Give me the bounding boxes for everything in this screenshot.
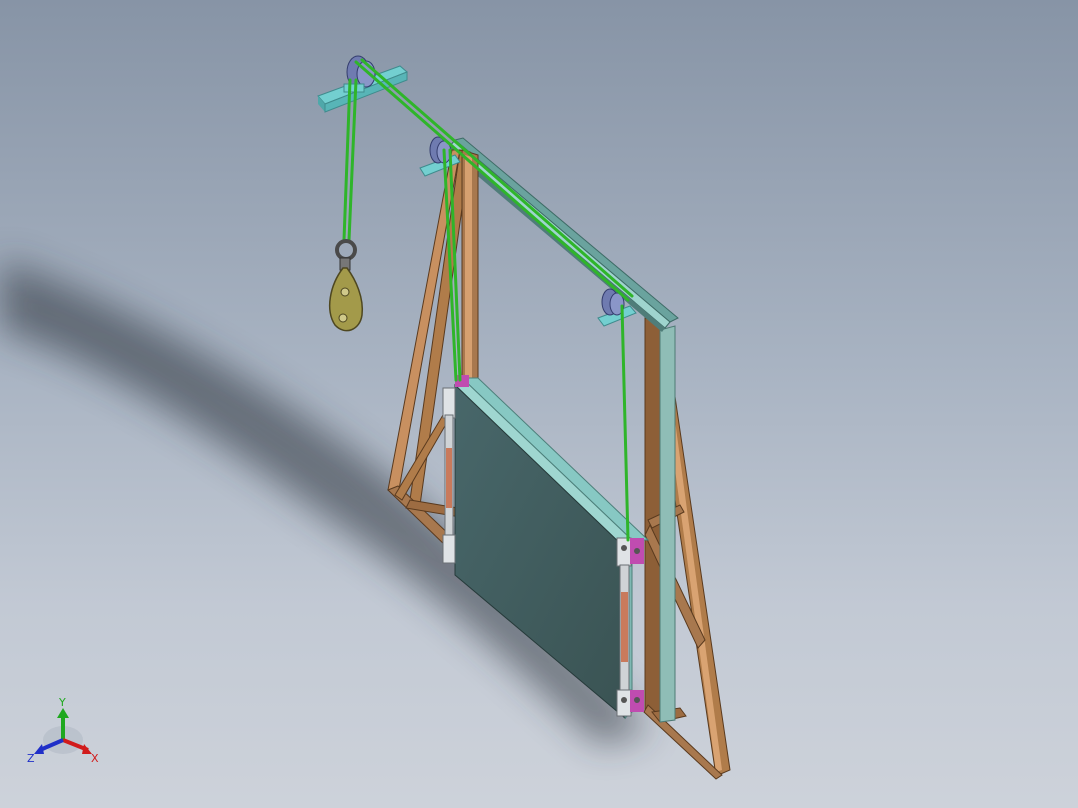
model-scene[interactable] bbox=[0, 0, 1078, 808]
z-axis-head bbox=[34, 744, 44, 754]
y-axis-head bbox=[57, 708, 69, 718]
graphics-viewport[interactable]: Y X Z bbox=[0, 0, 1078, 808]
hook-pulley-block[interactable] bbox=[328, 239, 364, 332]
y-axis-label: Y bbox=[58, 696, 66, 709]
top-pulley-rail bbox=[317, 55, 408, 113]
orientation-triad[interactable]: Y X Z bbox=[26, 694, 106, 774]
right-frame bbox=[643, 317, 731, 780]
z-axis-label: Z bbox=[27, 752, 35, 765]
x-axis-label: X bbox=[91, 752, 99, 765]
